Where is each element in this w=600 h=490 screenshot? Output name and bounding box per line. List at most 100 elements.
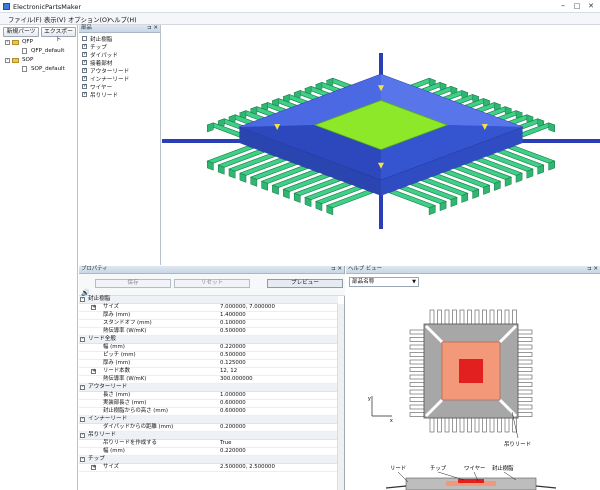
property-row[interactable]: 幅 (mm) 0.220000 bbox=[79, 448, 338, 456]
property-value[interactable]: 0.220000 bbox=[220, 448, 246, 455]
property-value[interactable]: 300.000000 bbox=[220, 376, 253, 383]
property-value[interactable]: 1.400000 bbox=[220, 312, 246, 319]
collapse-icon[interactable]: - bbox=[80, 457, 85, 462]
property-value[interactable]: 0.200000 bbox=[220, 424, 246, 431]
tree-item-sop-default[interactable]: SOP_default bbox=[31, 66, 65, 72]
property-value[interactable]: 0.600000 bbox=[220, 400, 246, 407]
property-category[interactable]: - リード全般 bbox=[79, 336, 338, 344]
export-button[interactable]: エクスポート bbox=[41, 27, 76, 43]
maximize-button[interactable]: □ bbox=[571, 2, 583, 11]
diagram-lead bbox=[444, 309, 450, 325]
tree-collapse-qfp[interactable]: - bbox=[5, 40, 10, 45]
tree-item-sop[interactable]: SOP bbox=[22, 57, 33, 63]
x-axis-label: x bbox=[390, 418, 393, 424]
property-row[interactable]: 実装部長さ (mm) 0.600000 bbox=[79, 400, 338, 408]
property-row[interactable]: スタンドオフ (mm) 0.100000 bbox=[79, 320, 338, 328]
property-category[interactable]: - アウターリード bbox=[79, 384, 338, 392]
property-value[interactable]: 7.000000, 7.000000 bbox=[220, 304, 275, 311]
new-part-button[interactable]: 新規パーツ bbox=[3, 27, 39, 37]
part-checkbox[interactable] bbox=[82, 36, 87, 41]
property-category-label: 吊りリード bbox=[88, 432, 116, 438]
property-value[interactable]: 0.125000 bbox=[220, 360, 246, 367]
outer-lead bbox=[207, 122, 214, 133]
collapse-icon[interactable]: - bbox=[80, 385, 85, 390]
property-value[interactable]: 0.500000 bbox=[220, 352, 246, 359]
property-value[interactable]: 0.220000 bbox=[220, 344, 246, 351]
leader-line bbox=[397, 471, 409, 483]
label-wire: ワイヤー bbox=[464, 465, 485, 472]
menu-help[interactable]: ヘルプ(H) bbox=[108, 15, 137, 24]
property-category[interactable]: - チップ bbox=[79, 456, 338, 464]
tree-collapse-sop[interactable]: - bbox=[5, 58, 10, 63]
diagram-lead bbox=[517, 352, 533, 357]
expand-icon[interactable]: + bbox=[91, 305, 96, 310]
property-row[interactable]: 幅 (mm) 0.220000 bbox=[79, 344, 338, 352]
component-dropdown-value: 部品名称 bbox=[352, 279, 375, 285]
minimize-button[interactable]: – bbox=[557, 2, 569, 11]
property-row[interactable]: 熱伝導率 (W/mK) 0.500000 bbox=[79, 328, 338, 336]
property-row[interactable]: ピッチ (mm) 0.500000 bbox=[79, 352, 338, 360]
property-row[interactable]: + リード本数 12, 12 bbox=[79, 368, 338, 376]
property-row[interactable]: 吊りリードを作成する True bbox=[79, 440, 338, 448]
part-checkbox[interactable]: ✓ bbox=[82, 84, 87, 89]
property-category[interactable]: - 封止樹脂 bbox=[79, 296, 338, 304]
tree-item-qfp[interactable]: QFP bbox=[22, 39, 33, 45]
property-name: 熱伝導率 (W/mK) bbox=[103, 376, 147, 382]
property-value[interactable]: 1.000000 bbox=[220, 392, 246, 399]
part-checkbox[interactable]: ✓ bbox=[82, 60, 87, 65]
property-row[interactable]: 厚み (mm) 1.400000 bbox=[79, 312, 338, 320]
property-category[interactable]: - インナーリード bbox=[79, 416, 338, 424]
part-checkbox-label: チップ bbox=[90, 45, 107, 51]
cross-section-lead bbox=[535, 485, 557, 489]
collapse-icon[interactable]: - bbox=[80, 297, 85, 302]
diagram-lead bbox=[517, 344, 533, 350]
property-row[interactable]: 長さ (mm) 1.000000 bbox=[79, 392, 338, 400]
collapse-icon[interactable]: - bbox=[80, 417, 85, 422]
part-checkbox[interactable]: ✓ bbox=[82, 68, 87, 73]
property-row[interactable]: 封止樹脂からの高さ (mm) 0.600000 bbox=[79, 408, 338, 416]
property-row[interactable]: 熱伝導率 (W/mK) 300.000000 bbox=[79, 376, 338, 384]
diagram-lead bbox=[517, 412, 533, 417]
help-pane-header: ヘルプ ビュー ⊐ ✕ bbox=[346, 266, 600, 274]
pane-pin-close-icon[interactable]: ⊐ ✕ bbox=[587, 266, 598, 273]
close-button[interactable]: ✕ bbox=[585, 2, 597, 11]
property-row[interactable]: + サイズ 2.500000, 2.500000 bbox=[79, 464, 338, 472]
preview-button[interactable]: プレビュー bbox=[267, 279, 343, 288]
part-checkbox-label: 吊りリード bbox=[90, 93, 118, 99]
3d-view[interactable] bbox=[145, 25, 600, 265]
collapse-icon[interactable]: - bbox=[80, 337, 85, 342]
property-row[interactable]: 厚み (mm) 0.125000 bbox=[79, 360, 338, 368]
diagram-lead bbox=[409, 367, 425, 372]
menu-file[interactable]: ファイル(F) bbox=[8, 15, 42, 24]
component-dropdown[interactable]: 部品名称 ▼ bbox=[349, 277, 419, 287]
reset-button[interactable]: リセット bbox=[174, 279, 250, 288]
save-button[interactable]: 保存 bbox=[95, 279, 171, 288]
part-checkbox[interactable]: ✓ bbox=[82, 44, 87, 49]
diagram-lead bbox=[517, 404, 533, 410]
property-category[interactable]: - 吊りリード bbox=[79, 432, 338, 440]
pane-pin-close-icon[interactable]: ⊐ ✕ bbox=[331, 266, 342, 273]
part-checkbox[interactable]: ✓ bbox=[82, 92, 87, 97]
property-value[interactable]: 12, 12 bbox=[220, 368, 237, 375]
expand-icon[interactable]: + bbox=[91, 465, 96, 470]
pane-pin-close-icon[interactable]: ⊐ ✕ bbox=[147, 25, 158, 32]
property-scrollbar[interactable] bbox=[337, 304, 344, 490]
collapse-icon[interactable]: - bbox=[80, 433, 85, 438]
menu-options[interactable]: オプション(O) bbox=[68, 15, 109, 24]
property-value[interactable]: 0.100000 bbox=[220, 320, 246, 327]
property-row[interactable]: + サイズ 7.000000, 7.000000 bbox=[79, 304, 338, 312]
part-checkbox[interactable]: ✓ bbox=[82, 52, 87, 57]
tree-item-qfp-default[interactable]: QFP_default bbox=[31, 48, 64, 54]
diagram-lead bbox=[497, 417, 502, 433]
property-name: 封止樹脂からの高さ (mm) bbox=[103, 408, 168, 414]
expand-icon[interactable]: + bbox=[91, 369, 96, 374]
qfp-3d-model[interactable] bbox=[145, 25, 600, 265]
label-hanging-lead: 吊りリード bbox=[504, 441, 531, 448]
menu-view[interactable]: 表示(V) bbox=[44, 15, 66, 24]
property-value[interactable]: True bbox=[220, 440, 231, 447]
part-checkbox[interactable]: ✓ bbox=[82, 76, 87, 81]
property-value[interactable]: 2.500000, 2.500000 bbox=[220, 464, 275, 471]
property-value[interactable]: 0.600000 bbox=[220, 408, 246, 415]
property-value[interactable]: 0.500000 bbox=[220, 328, 246, 335]
property-row[interactable]: ダイパッドからの距離 (mm) 0.200000 bbox=[79, 424, 338, 432]
